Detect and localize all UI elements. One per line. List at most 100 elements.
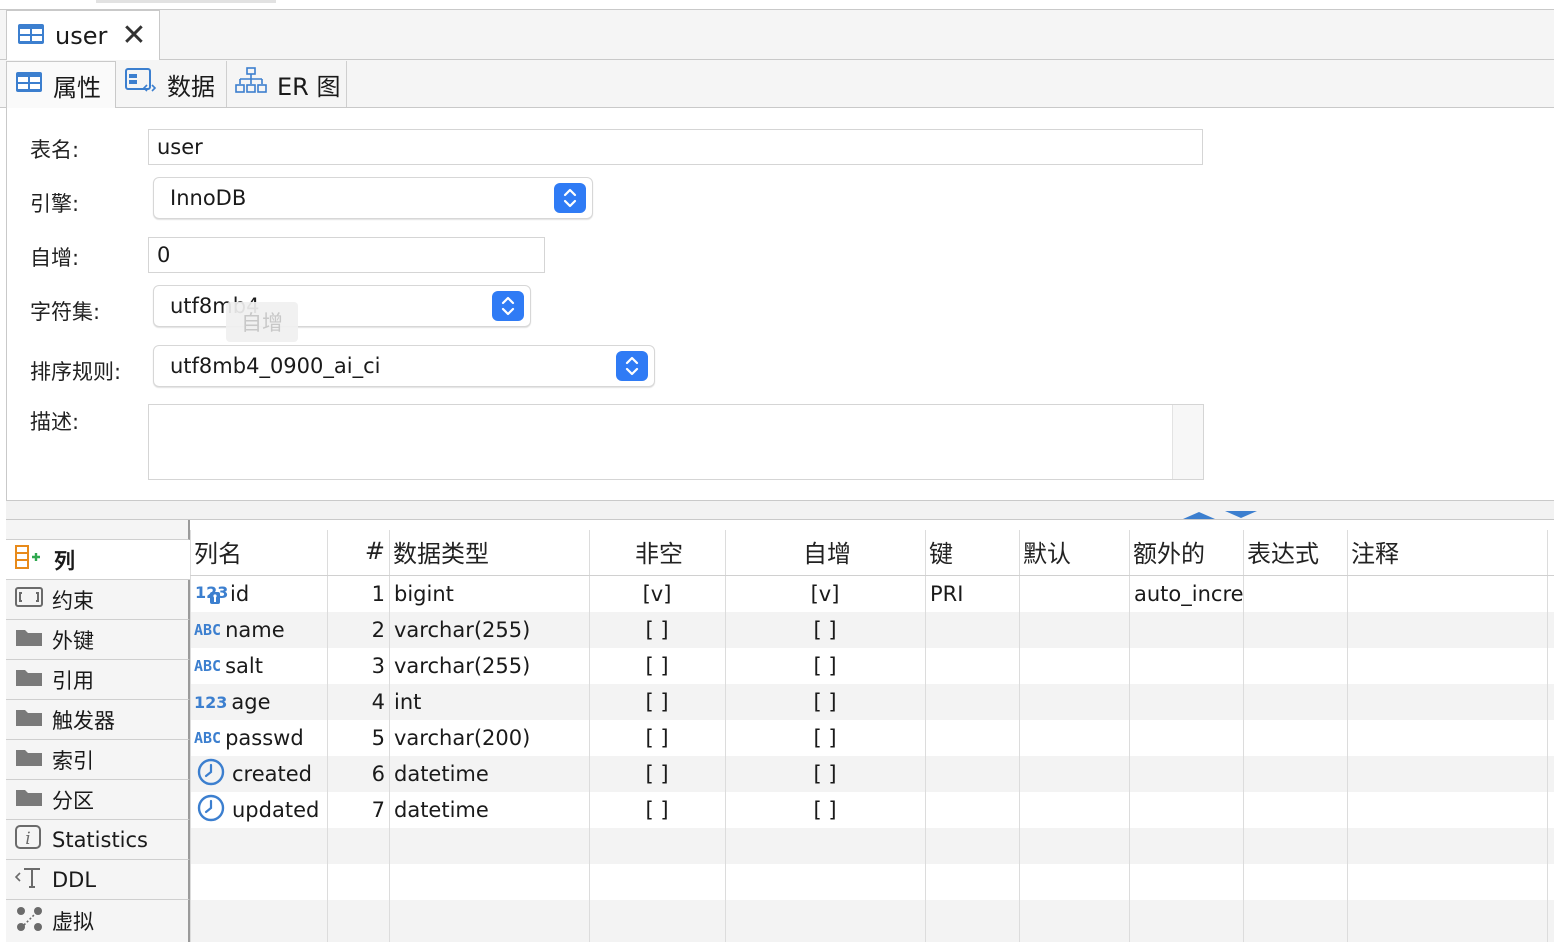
auto-increment-label: 自增: bbox=[30, 246, 80, 270]
engine-label: 引擎: bbox=[30, 192, 80, 216]
table-row-empty bbox=[190, 900, 1554, 942]
cell-comment bbox=[1352, 720, 1548, 756]
cell-comment bbox=[1352, 576, 1548, 612]
cell-data-type: datetime bbox=[394, 798, 489, 822]
side-nav-item-virtual[interactable]: 虚拟 bbox=[6, 900, 190, 942]
side-nav-item-partitions[interactable]: 分区 bbox=[6, 780, 190, 820]
top-strip bbox=[0, 0, 1554, 10]
close-icon[interactable]: ✕ bbox=[121, 21, 146, 51]
column-header-data-type[interactable]: 数据类型 bbox=[389, 526, 589, 576]
side-nav-item-foreign-keys[interactable]: 外键 bbox=[6, 620, 190, 660]
table-icon bbox=[15, 71, 43, 99]
side-nav-item-statistics[interactable]: i Statistics bbox=[6, 820, 190, 860]
cell-auto-increment-checkbox[interactable]: [ ] bbox=[725, 720, 925, 756]
editor-tab-user[interactable]: user ✕ bbox=[6, 10, 160, 61]
folder-icon bbox=[14, 785, 44, 814]
description-textarea[interactable] bbox=[148, 404, 1204, 480]
table-row-salt[interactable]: ABC salt 3 varchar(255) [ ] [ ] bbox=[190, 648, 1554, 684]
cell-auto-increment-checkbox[interactable]: [v] bbox=[725, 576, 925, 612]
column-header-comment[interactable]: 注释 bbox=[1347, 526, 1547, 576]
side-nav-label: Statistics bbox=[52, 827, 148, 852]
side-nav-spacer bbox=[6, 520, 190, 540]
chevron-updown-icon bbox=[492, 291, 524, 321]
table-row-updated[interactable]: updated 7 datetime [ ] [ ] bbox=[190, 792, 1554, 828]
column-header-key[interactable]: 键 bbox=[925, 526, 1019, 576]
side-nav-item-columns[interactable]: 列 bbox=[6, 540, 190, 580]
cell-not-null-checkbox[interactable]: [ ] bbox=[589, 792, 725, 828]
cell-expression bbox=[1248, 720, 1348, 756]
tab-data[interactable]: 数据 bbox=[117, 61, 227, 107]
cell-auto-increment-checkbox[interactable]: [ ] bbox=[725, 684, 925, 720]
cell-not-null-checkbox[interactable]: [ ] bbox=[589, 684, 725, 720]
side-nav-item-constraints[interactable]: 约束 bbox=[6, 580, 190, 620]
engine-select[interactable]: InnoDB bbox=[153, 177, 593, 219]
table-name-input[interactable]: user bbox=[148, 129, 1203, 165]
folder-icon bbox=[14, 745, 44, 774]
cell-column-name: passwd bbox=[225, 726, 304, 750]
virtual-icon bbox=[14, 905, 44, 938]
cell-not-null-checkbox[interactable]: [v] bbox=[589, 576, 725, 612]
cell-auto-increment-checkbox[interactable]: [ ] bbox=[725, 756, 925, 792]
charset-label: 字符集: bbox=[30, 300, 101, 324]
cell-key: PRI bbox=[930, 582, 964, 606]
numeric-pk-icon: 123 bbox=[194, 578, 230, 611]
auto-increment-input[interactable]: 0 bbox=[148, 237, 545, 273]
text-type-icon: ABC bbox=[194, 621, 222, 639]
cell-auto-increment-checkbox[interactable]: [ ] bbox=[725, 612, 925, 648]
cell-not-null-checkbox[interactable]: [ ] bbox=[589, 648, 725, 684]
side-nav-item-ddl[interactable]: DDL bbox=[6, 860, 190, 900]
side-nav-item-indexes[interactable]: 索引 bbox=[6, 740, 190, 780]
column-header-expression[interactable]: 表达式 bbox=[1243, 526, 1347, 576]
column-header-auto-increment[interactable]: 自增 bbox=[725, 526, 925, 576]
column-header-default[interactable]: 默认 bbox=[1019, 526, 1129, 576]
column-header-extra[interactable]: 额外的 bbox=[1129, 526, 1243, 576]
cell-number: 1 bbox=[371, 582, 385, 606]
side-nav-label: 外键 bbox=[52, 628, 94, 653]
scroll-thumb[interactable] bbox=[96, 0, 276, 3]
constraint-icon bbox=[14, 585, 44, 614]
cell-key bbox=[930, 684, 1018, 720]
cell-default bbox=[1024, 792, 1128, 828]
text-type-icon: ABC bbox=[194, 729, 222, 747]
table-row-passwd[interactable]: ABC passwd 5 varchar(200) [ ] [ ] bbox=[190, 720, 1554, 756]
tab-properties[interactable]: 属性 bbox=[6, 61, 116, 108]
table-row-name[interactable]: ABC name 2 varchar(255) [ ] [ ] bbox=[190, 612, 1554, 648]
side-nav-item-triggers[interactable]: 触发器 bbox=[6, 700, 190, 740]
table-row-age[interactable]: 123 age 4 int [ ] [ ] bbox=[190, 684, 1554, 720]
cell-expression bbox=[1248, 684, 1348, 720]
cell-key bbox=[930, 612, 1018, 648]
description-label: 描述: bbox=[30, 410, 80, 434]
column-header-number[interactable]: # bbox=[327, 526, 389, 576]
collation-select[interactable]: utf8mb4_0900_ai_ci bbox=[153, 345, 655, 387]
cell-expression bbox=[1248, 576, 1348, 612]
column-header-not-null[interactable]: 非空 bbox=[589, 526, 725, 576]
table-name-label: 表名: bbox=[30, 138, 80, 162]
folder-icon bbox=[14, 705, 44, 734]
editor-tab-label: user bbox=[55, 22, 108, 50]
cell-column-name: created bbox=[232, 762, 312, 786]
cell-key bbox=[930, 756, 1018, 792]
tab-er-diagram[interactable]: ER 图 bbox=[227, 61, 347, 107]
cell-comment bbox=[1352, 792, 1548, 828]
cell-data-type: int bbox=[394, 690, 422, 714]
cell-not-null-checkbox[interactable]: [ ] bbox=[589, 720, 725, 756]
cell-column-name: name bbox=[225, 618, 285, 642]
clock-icon bbox=[196, 793, 226, 828]
side-nav-label: DDL bbox=[52, 867, 97, 892]
cell-auto-increment-checkbox[interactable]: [ ] bbox=[725, 648, 925, 684]
cell-number: 7 bbox=[371, 798, 385, 822]
collation-label: 排序规则: bbox=[30, 360, 122, 384]
cell-extra bbox=[1134, 648, 1243, 684]
description-scrollbar[interactable] bbox=[1172, 405, 1203, 479]
panel-splitter[interactable] bbox=[6, 500, 1554, 520]
side-nav-label: 索引 bbox=[52, 748, 94, 773]
cell-not-null-checkbox[interactable]: [ ] bbox=[589, 612, 725, 648]
charset-select[interactable]: utf8mb4 bbox=[153, 285, 531, 327]
table-row-id[interactable]: 123 id 1 bigint [v] [v] PRI auto_incre bbox=[190, 576, 1554, 612]
side-nav-item-references[interactable]: 引用 bbox=[6, 660, 190, 700]
column-header-name[interactable]: 列名 bbox=[190, 526, 327, 576]
cell-expression bbox=[1248, 612, 1348, 648]
cell-auto-increment-checkbox[interactable]: [ ] bbox=[725, 792, 925, 828]
cell-not-null-checkbox[interactable]: [ ] bbox=[589, 756, 725, 792]
table-row-created[interactable]: created 6 datetime [ ] [ ] bbox=[190, 756, 1554, 792]
